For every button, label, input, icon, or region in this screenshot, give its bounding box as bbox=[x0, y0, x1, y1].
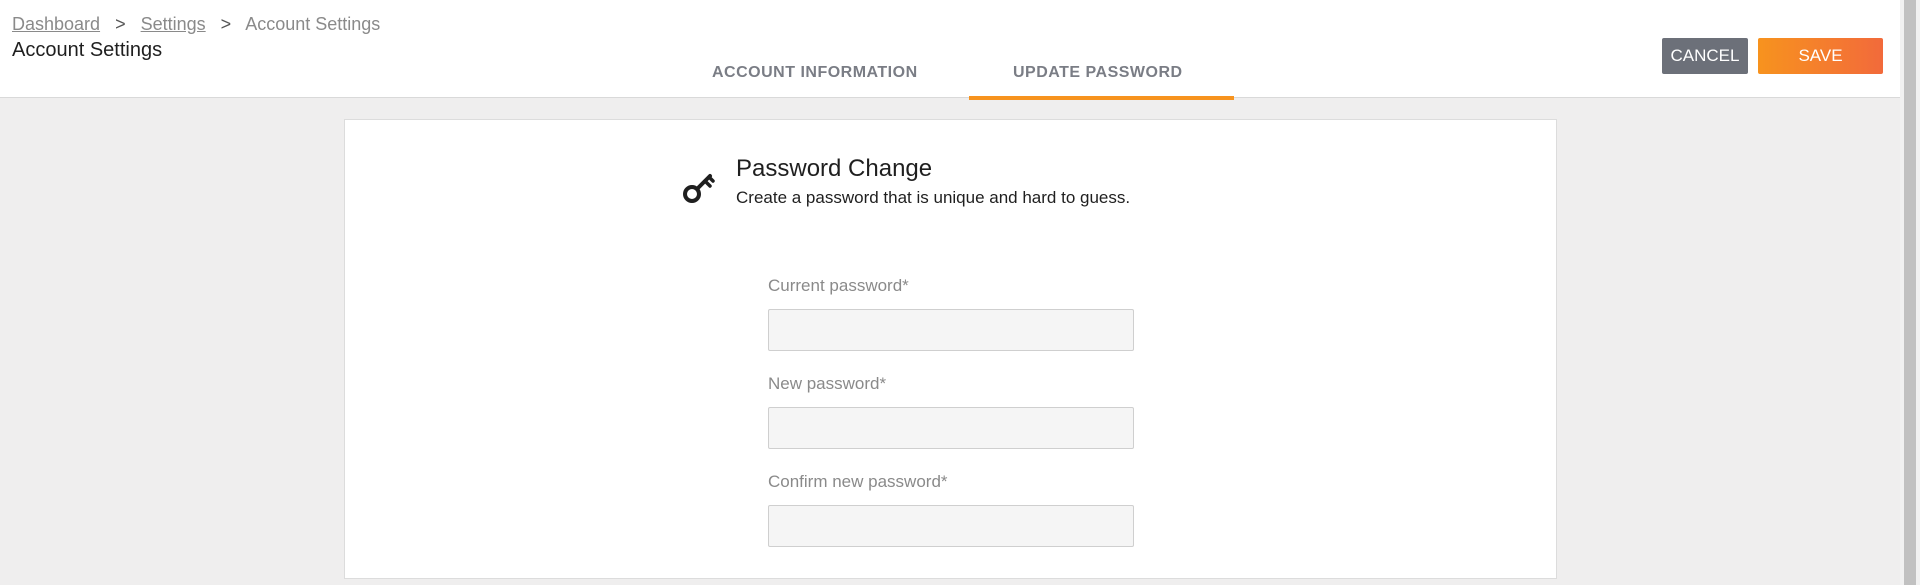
confirm-password-input[interactable] bbox=[768, 505, 1134, 547]
tab-account-information[interactable]: ACCOUNT INFORMATION bbox=[712, 64, 918, 82]
confirm-password-label: Confirm new password* bbox=[768, 472, 948, 491]
tab-update-password[interactable]: UPDATE PASSWORD bbox=[1013, 64, 1183, 82]
current-password-input[interactable] bbox=[768, 309, 1134, 351]
page-scrollbar[interactable] bbox=[1900, 0, 1920, 585]
new-password-label: New password* bbox=[768, 374, 887, 393]
current-password-label: Current password* bbox=[768, 276, 909, 295]
page-header: Dashboard > Settings > Account Settings … bbox=[0, 0, 1900, 100]
section-subtitle: Create a password that is unique and har… bbox=[736, 188, 1131, 207]
scrollbar-thumb[interactable] bbox=[1904, 0, 1916, 585]
cancel-button[interactable]: CANCEL bbox=[1662, 38, 1748, 74]
new-password-input[interactable] bbox=[768, 407, 1134, 449]
tab-bar: ACCOUNT INFORMATION UPDATE PASSWORD bbox=[0, 0, 1900, 100]
key-icon bbox=[680, 166, 720, 206]
save-button[interactable]: SAVE bbox=[1758, 38, 1883, 74]
section-title: Password Change bbox=[736, 155, 933, 182]
active-tab-indicator bbox=[969, 96, 1234, 100]
password-change-card: Password Change Create a password that i… bbox=[344, 119, 1557, 579]
